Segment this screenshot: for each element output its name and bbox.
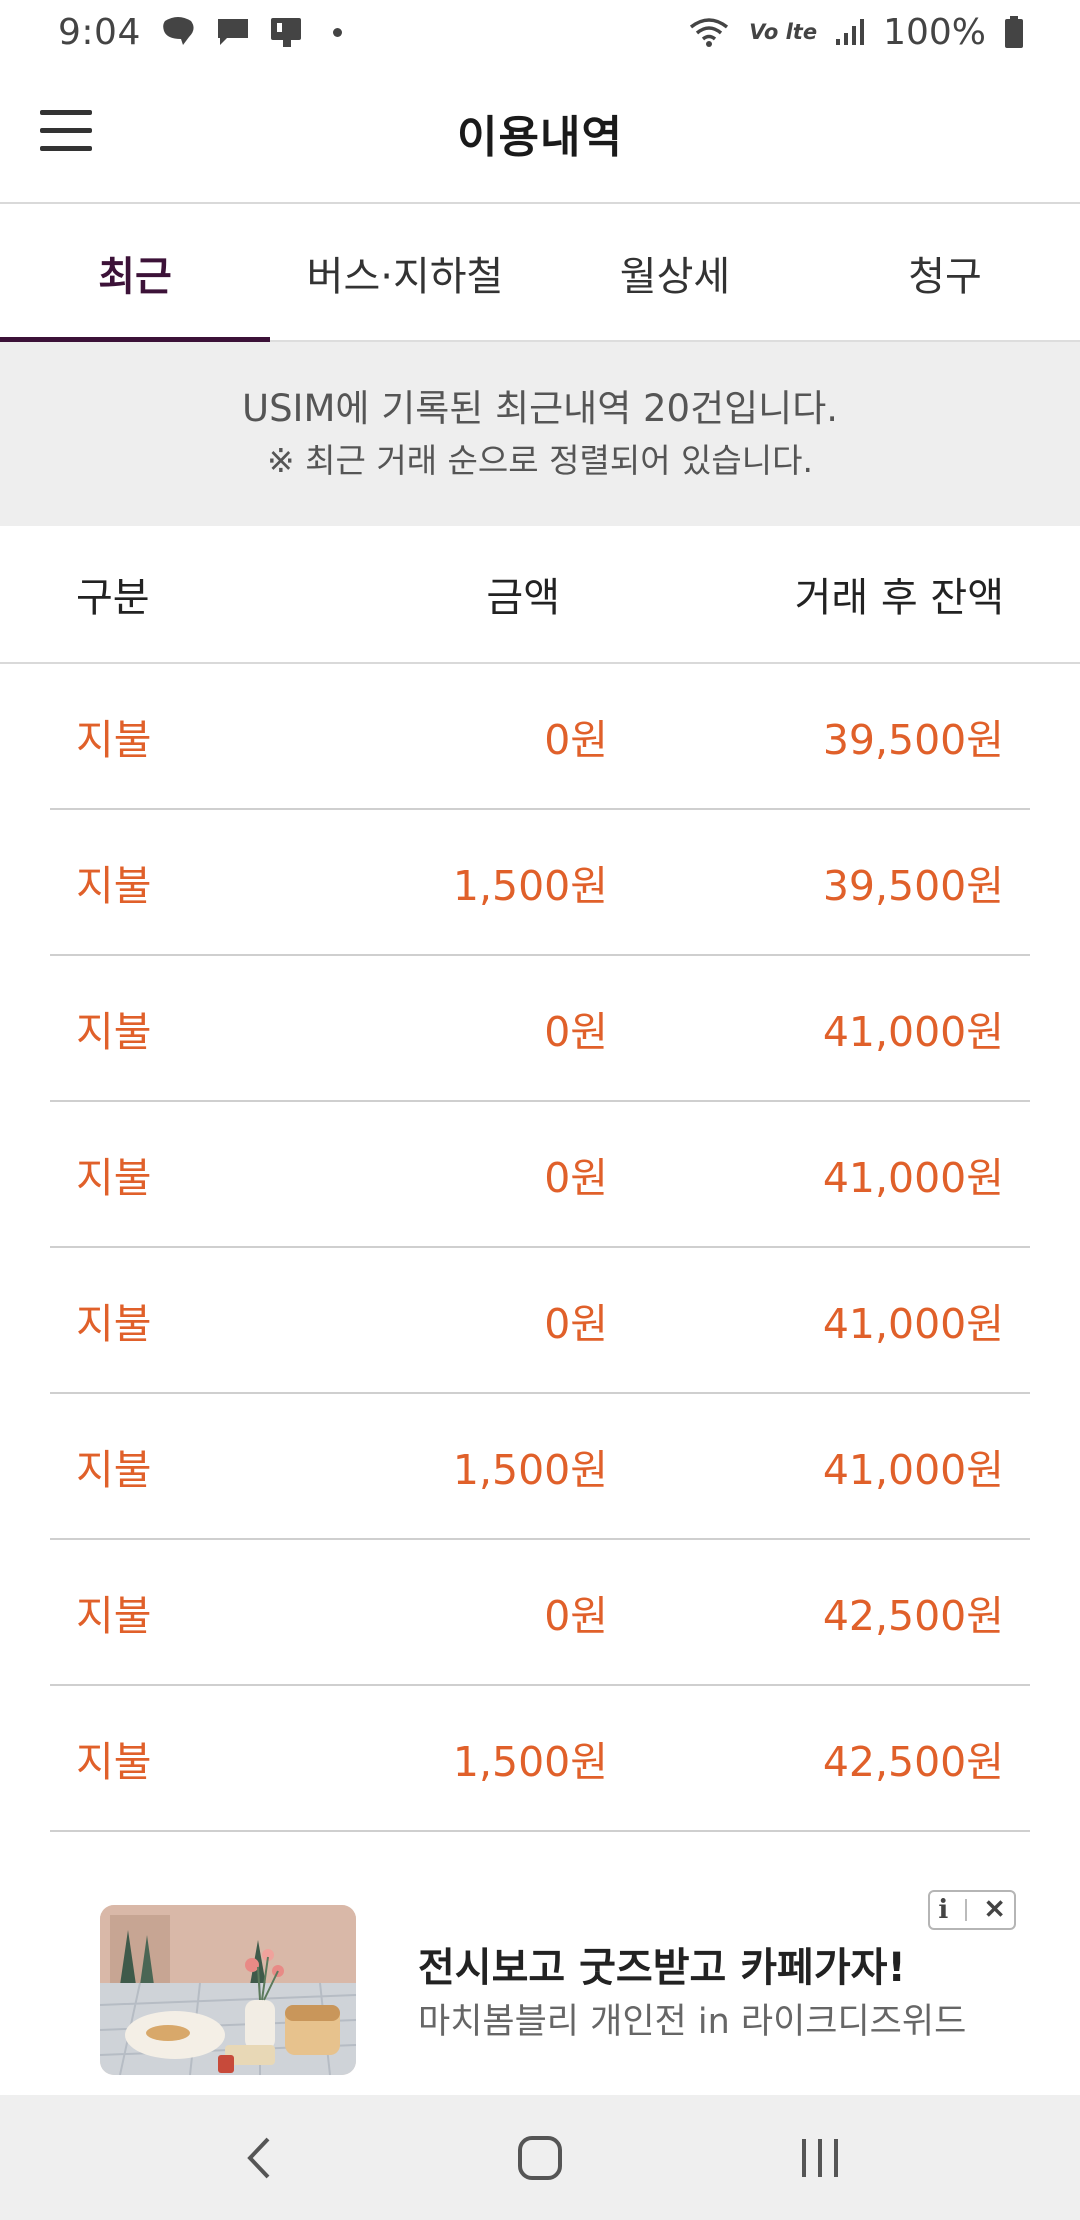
- system-navigation-bar: [0, 2095, 1080, 2220]
- row-type: 지불: [76, 716, 152, 764]
- ad-thumbnail-image[interactable]: [100, 1905, 356, 2075]
- table-row[interactable]: 지불 0원 41,000원: [50, 956, 1030, 1102]
- row-amount: 1,500원: [452, 1738, 608, 1786]
- table-header: 구분 금액 거래 후 잔액: [0, 526, 1080, 664]
- status-bar-right: Vo lte 100%: [687, 12, 1024, 53]
- more-notifications-dot: [332, 27, 342, 37]
- status-time: 9:04: [58, 11, 141, 53]
- ad-banner[interactable]: 전시보고 굿즈받고 카페가자! 마치봄블리 개인전 in 라이크디즈위드 i ✕: [0, 1835, 1080, 2095]
- row-amount: 0원: [544, 1300, 608, 1348]
- row-type: 지불: [76, 1592, 152, 1640]
- tab-bus-subway[interactable]: 버스·지하철: [270, 206, 540, 340]
- row-amount: 0원: [544, 1008, 608, 1056]
- status-bar-left: 9:04: [58, 12, 342, 53]
- signal-icon: [835, 17, 865, 47]
- row-type: 지불: [76, 1300, 152, 1348]
- tab-billing[interactable]: 청구: [810, 206, 1080, 340]
- ad-subtitle[interactable]: 마치봄블리 개인전 in 라이크디즈위드: [418, 1993, 966, 2044]
- row-type: 지불: [76, 862, 152, 910]
- table-row[interactable]: 지불 1,500원 41,000원: [50, 1394, 1030, 1540]
- home-button[interactable]: [480, 2108, 600, 2208]
- recent-apps-icon: [802, 2138, 838, 2177]
- ad-badge-separator: [965, 1899, 968, 1921]
- column-header-amount: 금액: [486, 575, 560, 621]
- volte-indicator: Vo lte: [749, 20, 818, 44]
- message-icon: [215, 16, 251, 48]
- column-header-type: 구분: [76, 575, 150, 621]
- tab-monthly-detail[interactable]: 월상세: [540, 206, 810, 340]
- column-header-balance: 거래 후 잔액: [794, 575, 1004, 621]
- talk-notification-icon: [159, 15, 197, 49]
- row-type: 지불: [76, 1738, 152, 1786]
- app-bar: 이용내역: [0, 64, 1080, 204]
- table-row[interactable]: 지불 0원 41,000원: [50, 1248, 1030, 1394]
- table-row[interactable]: 지불 0원 39,500원: [50, 664, 1030, 810]
- ad-choices-badge[interactable]: i ✕: [928, 1890, 1016, 1930]
- tab-bar: 최근 버스·지하철 월상세 청구: [0, 206, 1080, 342]
- row-type: 지불: [76, 1008, 152, 1056]
- tab-recent[interactable]: 최근: [0, 206, 270, 342]
- table-row[interactable]: 지불 1,500원 42,500원: [50, 1686, 1030, 1832]
- table-row[interactable]: 지불 1,500원 39,500원: [50, 810, 1030, 956]
- notice-count-text: USIM에 기록된 최근내역 20건입니다.: [241, 387, 838, 430]
- recent-apps-button[interactable]: [760, 2108, 880, 2208]
- back-chevron-icon: [247, 2137, 270, 2178]
- row-type: 지불: [76, 1154, 152, 1202]
- row-balance: 41,000원: [822, 1446, 1004, 1494]
- battery-icon: [1004, 15, 1024, 49]
- battery-percent: 100%: [883, 11, 986, 53]
- transaction-list: 지불 0원 39,500원 지불 1,500원 39,500원 지불 0원 41…: [50, 664, 1030, 1832]
- notice-sort-text: ※ 최근 거래 순으로 정렬되어 있습니다.: [267, 441, 813, 480]
- row-type: 지불: [76, 1446, 152, 1494]
- hamburger-menu-icon[interactable]: [40, 108, 92, 152]
- table-row[interactable]: 지불 0원 42,500원: [50, 1540, 1030, 1686]
- sim-card-icon: [269, 15, 307, 49]
- row-balance: 39,500원: [822, 716, 1004, 764]
- notice-box: USIM에 기록된 최근내역 20건입니다. ※ 최근 거래 순으로 정렬되어 …: [0, 342, 1080, 526]
- row-amount: 1,500원: [452, 1446, 608, 1494]
- ad-title[interactable]: 전시보고 굿즈받고 카페가자!: [418, 1935, 906, 1993]
- row-balance: 41,000원: [822, 1008, 1004, 1056]
- ad-info-icon[interactable]: i: [938, 1895, 948, 1925]
- row-amount: 0원: [544, 716, 608, 764]
- page-title: 이용내역: [457, 112, 623, 163]
- table-row[interactable]: 지불 0원 41,000원: [50, 1102, 1030, 1248]
- home-icon: [518, 2135, 562, 2180]
- row-balance: 41,000원: [822, 1300, 1004, 1348]
- back-button[interactable]: [200, 2108, 320, 2208]
- status-bar: 9:04 Vo lte 100%: [0, 0, 1080, 64]
- row-balance: 41,000원: [822, 1154, 1004, 1202]
- row-balance: 42,500원: [822, 1738, 1004, 1786]
- row-amount: 0원: [544, 1154, 608, 1202]
- row-amount: 0원: [544, 1592, 608, 1640]
- wifi-icon: [687, 15, 731, 49]
- row-amount: 1,500원: [452, 862, 608, 910]
- ad-close-icon[interactable]: ✕: [984, 1895, 1006, 1925]
- row-balance: 39,500원: [822, 862, 1004, 910]
- row-balance: 42,500원: [822, 1592, 1004, 1640]
